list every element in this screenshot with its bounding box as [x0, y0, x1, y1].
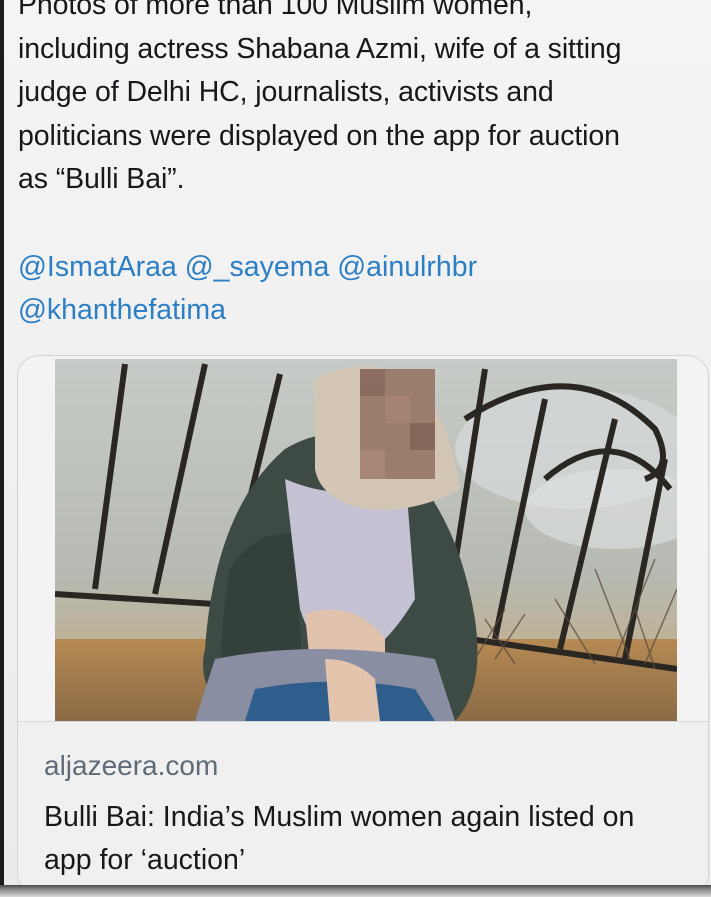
tweet-text-line: including actress Shabana Azmi, wife of …: [18, 32, 622, 65]
tweet-text-line: Photos of more than 100 Muslim women,: [18, 0, 533, 21]
mention-link[interactable]: @IsmatAraa: [18, 251, 177, 283]
tweet-text-line: as “Bulli Bai”.: [18, 163, 185, 195]
tweet-text-line: judge of Delhi HC, journalists, activist…: [18, 76, 554, 108]
mention-link[interactable]: @ainulrhbr: [337, 251, 477, 283]
mentions: @IsmatAraa @_sayema @ainulrhbr @khanthef…: [18, 246, 708, 332]
card-meta[interactable]: aljazeera.com Bulli Bai: India’s Muslim …: [18, 721, 708, 885]
card-domain: aljazeera.com: [44, 750, 219, 781]
link-preview-card[interactable]: aljazeera.com Bulli Bai: India’s Muslim …: [17, 355, 709, 885]
tweet-body: Photos of more than 100 Muslim women, in…: [18, 0, 708, 202]
mention-link[interactable]: @khanthefatima: [18, 294, 226, 326]
card-photo: [55, 359, 677, 721]
card-title: Bulli Bai: India’s Muslim women again li…: [44, 801, 635, 876]
tweet-screenshot: Photos of more than 100 Muslim women, in…: [0, 0, 711, 885]
mention-link[interactable]: @_sayema: [185, 251, 330, 283]
mentions-line: @khanthefatima: [18, 289, 708, 332]
frame-edge: [0, 0, 4, 885]
mentions-line: @IsmatAraa @_sayema @ainulrhbr: [18, 246, 708, 289]
screen-bottom-edge: [0, 885, 711, 897]
card-image[interactable]: [55, 359, 677, 721]
tweet-text-line: politicians were displayed on the app fo…: [18, 119, 620, 152]
